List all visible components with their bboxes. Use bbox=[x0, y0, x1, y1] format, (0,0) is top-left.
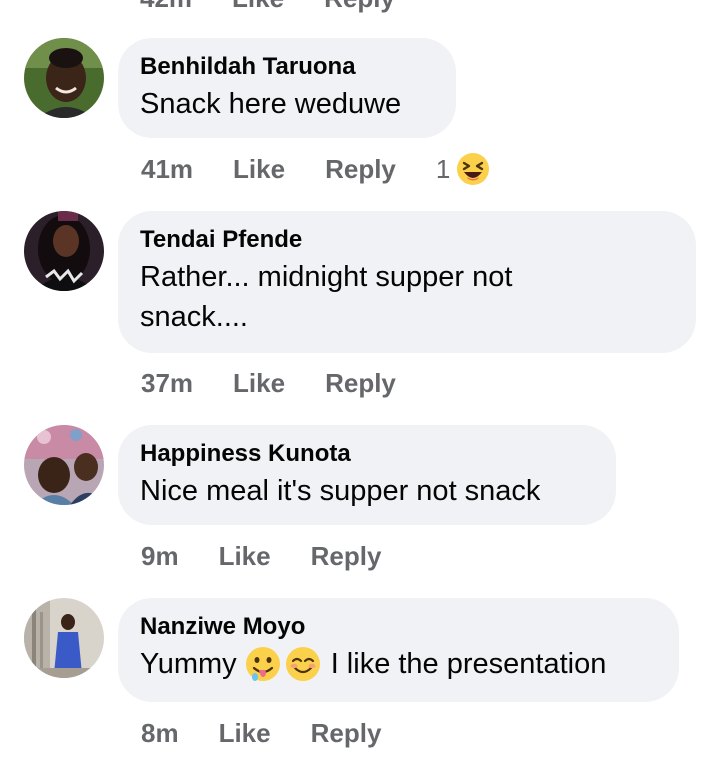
avatar[interactable] bbox=[24, 38, 104, 118]
comment-time[interactable]: 41m bbox=[141, 154, 193, 185]
comment-author[interactable]: Benhildah Taruona bbox=[140, 52, 432, 82]
reply-button[interactable]: Reply bbox=[325, 368, 396, 399]
comment-bubble: Benhildah Taruona Snack here weduwe bbox=[118, 38, 456, 138]
comment-bubble: Tendai Pfende Rather... midnight supper … bbox=[118, 211, 696, 353]
comment-time: 42m bbox=[140, 0, 192, 14]
avatar[interactable] bbox=[24, 598, 104, 678]
smiling-face-emoji-icon bbox=[285, 647, 320, 681]
comment-text-part: Yummy bbox=[140, 648, 237, 680]
like-button[interactable]: Like bbox=[232, 0, 284, 14]
previous-comment-actions: 42m Like Reply bbox=[140, 0, 435, 14]
comment-actions: 41m Like Reply 1 bbox=[141, 152, 490, 186]
avatar[interactable] bbox=[24, 211, 104, 291]
reaction-summary[interactable]: 1 bbox=[436, 152, 490, 186]
comment-time[interactable]: 8m bbox=[141, 718, 179, 749]
comment-bubble: Nanziwe Moyo Yummy I like the presentati… bbox=[118, 598, 679, 702]
comment-text: Nice meal it's supper not snack bbox=[140, 475, 541, 507]
comment-time[interactable]: 9m bbox=[141, 541, 179, 572]
avatar[interactable] bbox=[24, 425, 104, 505]
comment-time[interactable]: 37m bbox=[141, 368, 193, 399]
comment-text: Yummy I like the presentation bbox=[140, 644, 655, 684]
like-button[interactable]: Like bbox=[233, 368, 285, 399]
reply-button[interactable]: Reply bbox=[324, 0, 395, 14]
comment-text-part: I like the presentation bbox=[330, 648, 607, 680]
like-button[interactable]: Like bbox=[219, 718, 271, 749]
drooling-face-emoji-icon bbox=[245, 647, 280, 681]
like-button[interactable]: Like bbox=[233, 154, 285, 185]
comment-text: Snack here weduwe bbox=[140, 88, 402, 120]
reply-button[interactable]: Reply bbox=[311, 718, 382, 749]
comment-author[interactable]: Tendai Pfende bbox=[140, 225, 672, 255]
comment-text: Rather... midnight supper not snack.... bbox=[140, 261, 513, 333]
laughing-emoji-icon bbox=[457, 153, 490, 185]
reaction-count: 1 bbox=[435, 153, 451, 184]
comment-actions: 37m Like Reply bbox=[141, 366, 436, 400]
comment-author[interactable]: Nanziwe Moyo bbox=[140, 612, 655, 642]
reply-button[interactable]: Reply bbox=[311, 541, 382, 572]
like-button[interactable]: Like bbox=[219, 541, 271, 572]
reply-button[interactable]: Reply bbox=[325, 154, 396, 185]
comment-author[interactable]: Happiness Kunota bbox=[140, 439, 592, 469]
comment-actions: 9m Like Reply bbox=[141, 539, 421, 573]
comment-bubble: Happiness Kunota Nice meal it's supper n… bbox=[118, 425, 616, 525]
comment-actions: 8m Like Reply bbox=[141, 716, 421, 750]
